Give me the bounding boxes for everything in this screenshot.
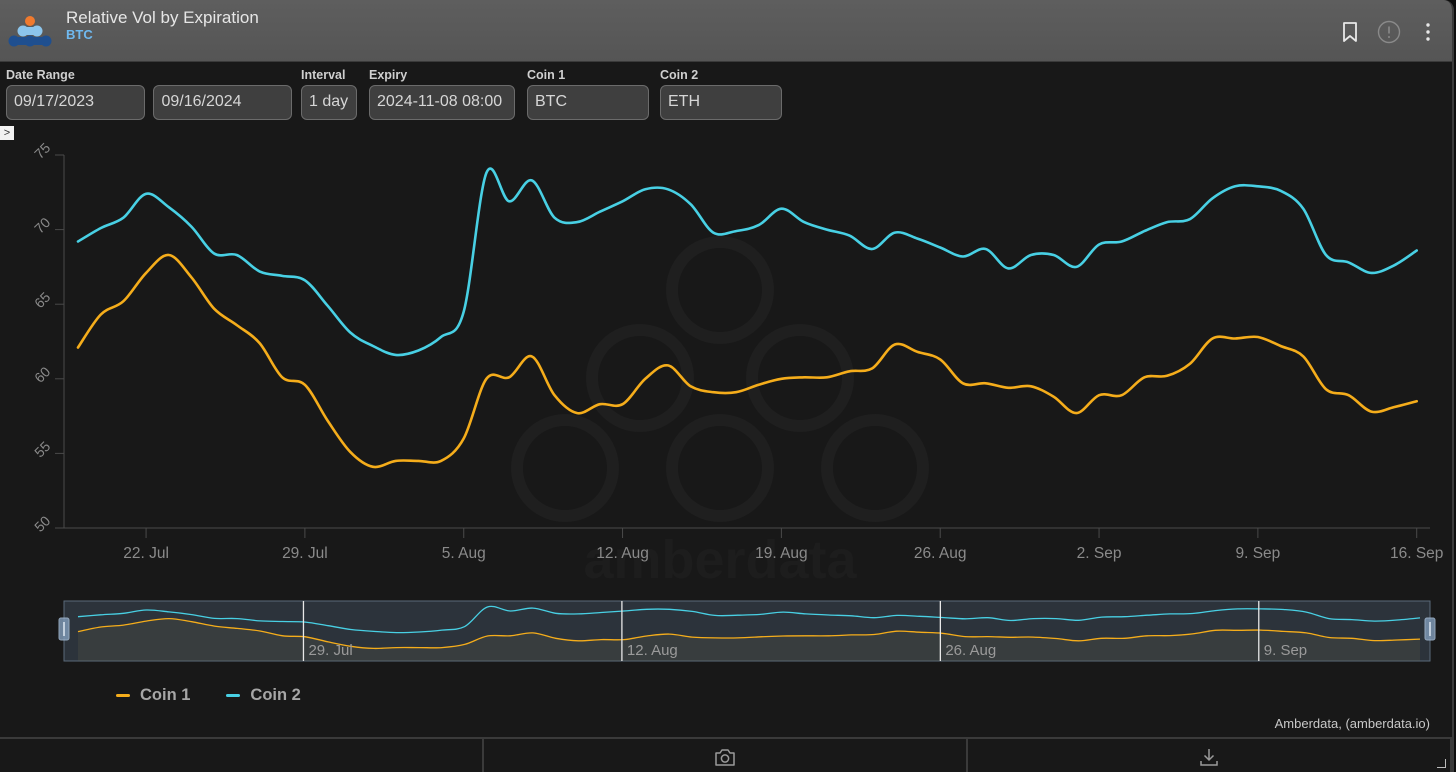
widget-footer	[0, 737, 1452, 772]
y-tick-label: 60	[31, 363, 53, 385]
footer-blank-cell	[0, 739, 484, 772]
navigator-label: 29. Jul	[308, 642, 352, 659]
x-tick-label: 5. Aug	[442, 545, 486, 562]
line-chart[interactable]: amberdata 50556065707522. Jul 29. Jul 5. A…	[0, 140, 1452, 680]
x-tick-label: 2. Sep	[1077, 545, 1122, 562]
coin1-select[interactable]: BTC	[527, 85, 649, 120]
chart-axes: 50 55 60 65 70 75 22. Jul 29. Jul 5. Aug 12. Aug 1…	[31, 140, 1443, 562]
download-icon	[1200, 748, 1218, 766]
bookmark-icon[interactable]	[1338, 20, 1362, 44]
navigator-label: 26. Aug	[945, 642, 996, 659]
coin2-select[interactable]: ETH	[660, 85, 782, 120]
watermark-ring	[666, 414, 774, 522]
coin1-group: Coin 1 BTC	[527, 68, 649, 120]
alert-info-icon[interactable]	[1377, 20, 1401, 44]
widget-title: Relative Vol by Expiration	[66, 8, 259, 27]
x-tick-label: 19. Aug	[755, 545, 808, 562]
chart-legend: Coin 1 Coin 2	[116, 686, 301, 705]
x-tick-label: 22. Jul	[123, 545, 169, 562]
y-tick-label: 50	[31, 512, 53, 534]
y-tick-label: 65	[31, 289, 53, 311]
chart-credits[interactable]: Amberdata, (amberdata.io)	[1275, 716, 1430, 731]
date-range-label: Date Range	[6, 68, 75, 82]
y-tick-label: 55	[31, 438, 53, 460]
widget-subtitle: BTC	[66, 27, 93, 42]
interval-select[interactable]: 1 day	[301, 85, 357, 120]
legend-swatch-coin1	[116, 694, 130, 697]
coin2-label: Coin 2	[660, 68, 699, 82]
interval-label: Interval	[301, 68, 346, 82]
screenshot-button[interactable]	[484, 739, 968, 772]
y-tick-label: 75	[31, 140, 53, 162]
widget-window: Relative Vol by Expiration BTC Date Rang…	[0, 0, 1454, 772]
watermark-ring	[666, 236, 774, 344]
amberdata-logo-icon	[8, 16, 52, 47]
legend-label-coin2: Coin 2	[250, 686, 301, 704]
watermark-ring	[511, 414, 619, 522]
expiry-label: Expiry	[369, 68, 408, 82]
navigator-label: 12. Aug	[627, 642, 678, 659]
interval-group: Interval 1 day	[301, 68, 357, 120]
x-tick-label: 16. Sep	[1390, 545, 1443, 562]
navigator[interactable]: 29. Jul 12. Aug 26. Aug 9. Sep	[58, 600, 1436, 662]
legend-item-coin2[interactable]: Coin 2	[226, 686, 301, 705]
coin2-group: Coin 2 ETH	[660, 68, 782, 120]
date-start-input[interactable]: 09/17/2023	[6, 85, 145, 120]
more-vertical-icon[interactable]	[1416, 20, 1440, 44]
filter-controls: Date Range 09/17/2023 09/16/2024 Interva…	[0, 62, 1452, 126]
camera-icon	[715, 748, 735, 766]
legend-item-coin1[interactable]: Coin 1	[116, 686, 190, 705]
coin1-label: Coin 1	[527, 68, 566, 82]
expiry-group: Expiry 2024-11-08 08:00	[369, 68, 515, 120]
date-range-group: Date Range 09/17/2023 09/16/2024	[6, 68, 293, 120]
expand-panel-button[interactable]: >	[0, 126, 14, 140]
legend-swatch-coin2	[226, 694, 241, 697]
download-button[interactable]	[968, 739, 1452, 772]
date-end-input[interactable]: 09/16/2024	[153, 85, 293, 120]
x-tick-label: 9. Sep	[1235, 545, 1280, 562]
x-tick-label: 12. Aug	[596, 545, 649, 562]
navigator-label: 9. Sep	[1264, 642, 1307, 659]
watermark-ring	[586, 324, 694, 432]
widget-header: Relative Vol by Expiration BTC	[0, 0, 1452, 62]
watermark-ring	[821, 414, 929, 522]
x-tick-label: 26. Aug	[914, 545, 967, 562]
legend-label-coin1: Coin 1	[140, 686, 191, 704]
resize-handle[interactable]	[1437, 759, 1446, 768]
expiry-select[interactable]: 2024-11-08 08:00	[369, 85, 515, 120]
x-tick-label: 29. Jul	[282, 545, 328, 562]
y-tick-label: 70	[31, 214, 53, 236]
